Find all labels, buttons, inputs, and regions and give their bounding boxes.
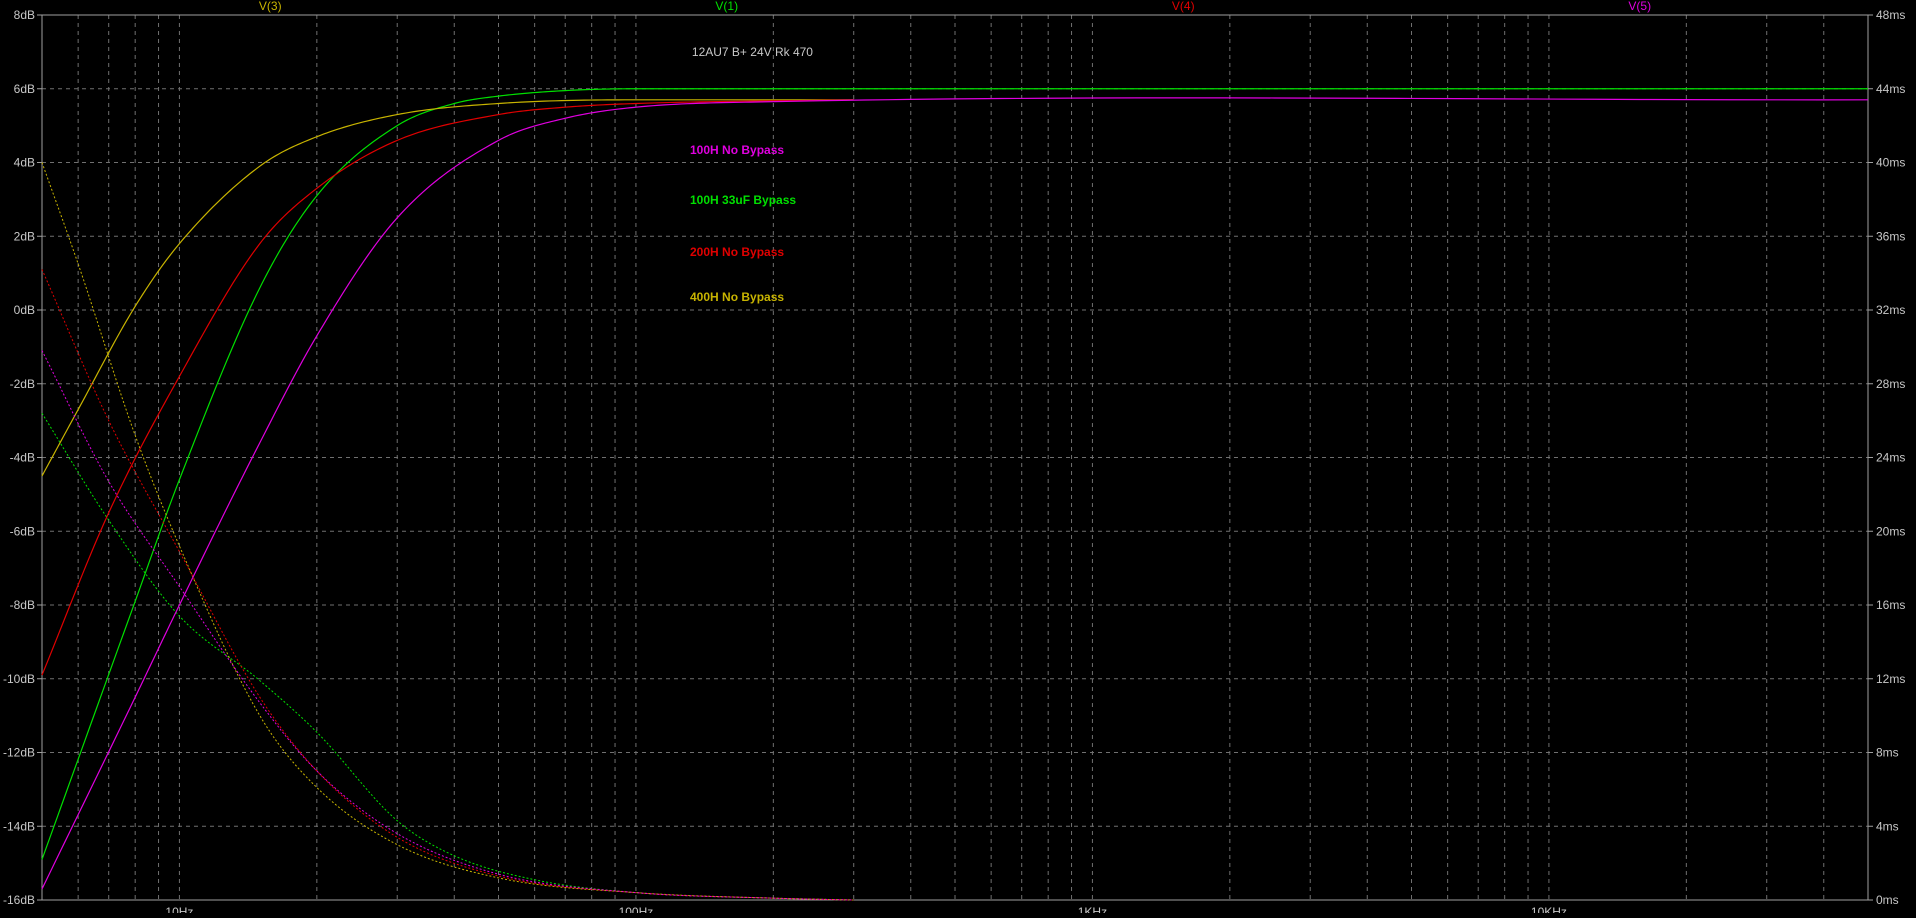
y-right-tick-label: 12ms xyxy=(1876,672,1905,686)
bode-plot: 8dB 48ms 6dB 44ms 4dB 40ms 2dB 36ms 0dB 32ms -2dB 2… xyxy=(0,0,1916,918)
y-left-tick-label: 0dB xyxy=(14,303,35,317)
y-left-tick-label: -10dB xyxy=(3,672,35,686)
annotation-label: 200H No Bypass xyxy=(690,245,784,259)
y-right-tick-label: 20ms xyxy=(1876,524,1905,538)
y-right-tick-label: 4ms xyxy=(1876,819,1899,833)
plot-title: 12AU7 B+ 24V Rk 470 xyxy=(692,45,813,59)
y-right-tick-label: 8ms xyxy=(1876,746,1899,760)
y-left-tick-label: 8dB xyxy=(14,8,35,22)
y-right-tick-label: 24ms xyxy=(1876,451,1905,465)
y-left-tick-label: -8dB xyxy=(10,598,35,612)
trace-header-label: V(3) xyxy=(259,0,282,13)
y-left-tick-label: -14dB xyxy=(3,819,35,833)
trace-header-label: V(1) xyxy=(715,0,738,13)
x-tick-label: 100Hz xyxy=(619,905,654,913)
annotation-label: 100H No Bypass xyxy=(690,143,784,157)
x-tick-label: 1KHz xyxy=(1078,905,1107,913)
x-tick-label: 10Hz xyxy=(165,905,193,913)
y-left-tick-label: -6dB xyxy=(10,524,35,538)
trace-header-label: V(4) xyxy=(1172,0,1195,13)
trace-header-label: V(5) xyxy=(1628,0,1651,13)
y-left-tick-label: 4dB xyxy=(14,156,35,170)
y-right-tick-label: 28ms xyxy=(1876,377,1905,391)
y-left-tick-label: -16dB xyxy=(3,893,35,907)
y-right-tick-label: 48ms xyxy=(1876,8,1905,22)
y-right-tick-label: 40ms xyxy=(1876,156,1905,170)
annotation-label: 400H No Bypass xyxy=(690,290,784,304)
chart: 8dB 48ms 6dB 44ms 4dB 40ms 2dB 36ms 0dB 32ms -2dB 2… xyxy=(0,0,1916,918)
x-tick-label: 10KHz xyxy=(1531,905,1567,913)
y-right-tick-label: 32ms xyxy=(1876,303,1905,317)
y-left-tick-label: -2dB xyxy=(10,377,35,391)
y-right-tick-label: 0ms xyxy=(1876,893,1899,907)
y-right-tick-label: 44ms xyxy=(1876,82,1905,96)
y-left-tick-label: -4dB xyxy=(10,451,35,465)
y-left-tick-label: 6dB xyxy=(14,82,35,96)
y-right-tick-label: 16ms xyxy=(1876,598,1905,612)
y-right-tick-label: 36ms xyxy=(1876,229,1905,243)
annotation-label: 100H 33uF Bypass xyxy=(690,193,796,207)
y-left-tick-label: 2dB xyxy=(14,229,35,243)
y-left-tick-label: -12dB xyxy=(3,746,35,760)
